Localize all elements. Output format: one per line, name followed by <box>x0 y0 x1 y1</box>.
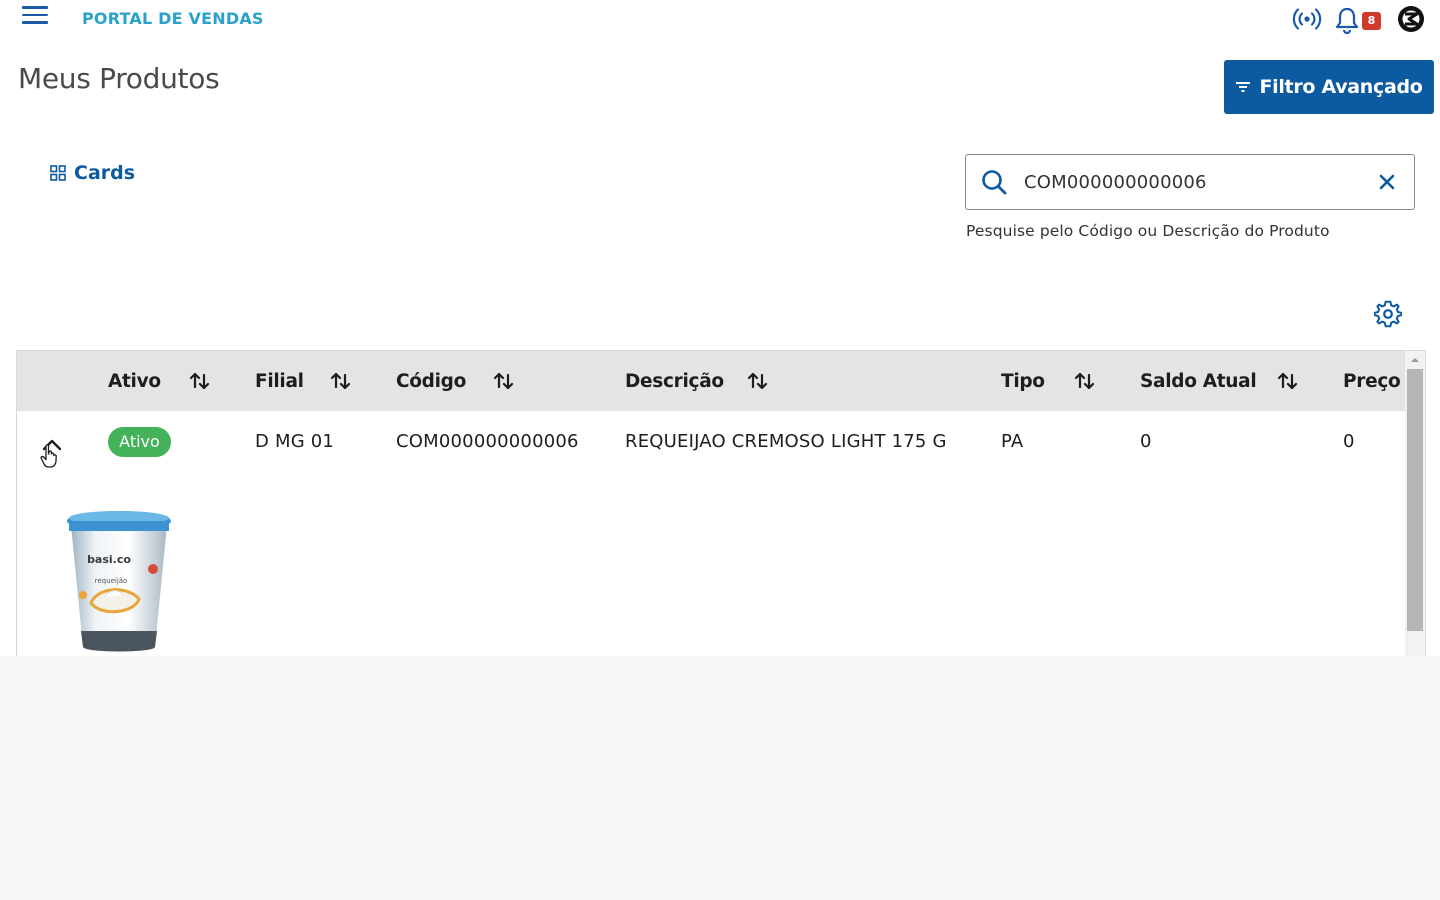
advanced-filter-button[interactable]: Filtro Avançado <box>1224 60 1434 114</box>
app-window: PORTAL DE VENDAS 8 Meus Produtos Filtro … <box>0 0 1440 656</box>
sort-icon[interactable] <box>747 371 769 391</box>
cards-view-label: Cards <box>74 162 136 184</box>
sort-icon[interactable] <box>1074 371 1096 391</box>
scroll-up-icon[interactable] <box>1409 355 1421 365</box>
cards-view-toggle[interactable]: Cards <box>50 160 135 186</box>
advanced-filter-label: Filtro Avançado <box>1259 76 1423 98</box>
cell-descricao: REQUEIJAO CREMOSO LIGHT 175 G <box>625 431 947 452</box>
cell-codigo: COM000000000006 <box>396 431 579 452</box>
product-image: basi.co requeijão <box>67 511 171 652</box>
search-help-text: Pesquise pelo Código ou Descrição do Pro… <box>966 222 1330 240</box>
product-image-brand: basi.co <box>87 553 131 566</box>
column-header-codigo[interactable]: Código <box>396 351 466 411</box>
portal-title[interactable]: PORTAL DE VENDAS <box>82 9 264 28</box>
cell-saldo-atual: 0 <box>1140 431 1152 452</box>
product-image-sublabel: requeijão <box>95 577 128 585</box>
sort-icon[interactable] <box>330 371 352 391</box>
status-badge: Ativo <box>108 427 171 457</box>
broadcast-icon[interactable] <box>1292 6 1322 32</box>
scrollbar-thumb[interactable] <box>1407 369 1423 631</box>
search-input[interactable] <box>1022 170 1362 194</box>
products-table: Ativo Filial Código Descrição Tipo Saldo… <box>16 350 1426 656</box>
company-logo-icon[interactable] <box>1396 4 1426 34</box>
sort-icon[interactable] <box>1277 371 1299 391</box>
search-icon <box>982 170 1007 195</box>
cell-tipo: PA <box>1001 431 1024 452</box>
hand-cursor-icon <box>40 444 57 468</box>
column-header-preco[interactable]: Preço U <box>1343 351 1405 411</box>
search-field[interactable] <box>965 154 1415 210</box>
cell-filial: D MG 01 <box>255 431 335 452</box>
column-header-descricao[interactable]: Descrição <box>625 351 724 411</box>
page-title: Meus Produtos <box>18 62 220 95</box>
hamburger-menu-icon[interactable] <box>22 6 48 26</box>
close-icon[interactable] <box>1378 173 1396 191</box>
sort-icon[interactable] <box>493 371 515 391</box>
grid-icon <box>50 165 66 181</box>
sort-icon[interactable] <box>189 371 211 391</box>
gear-icon[interactable] <box>1374 300 1402 328</box>
table-header: Ativo Filial Código Descrição Tipo Saldo… <box>17 351 1407 411</box>
notification-badge: 8 <box>1362 12 1381 30</box>
column-header-saldo-atual[interactable]: Saldo Atual <box>1140 351 1257 411</box>
bell-icon[interactable] <box>1334 6 1360 34</box>
filter-icon <box>1236 82 1251 92</box>
column-header-tipo[interactable]: Tipo <box>1001 351 1045 411</box>
cell-preco: 0 <box>1343 431 1355 452</box>
column-header-ativo[interactable]: Ativo <box>108 351 161 411</box>
column-header-filial[interactable]: Filial <box>255 351 304 411</box>
